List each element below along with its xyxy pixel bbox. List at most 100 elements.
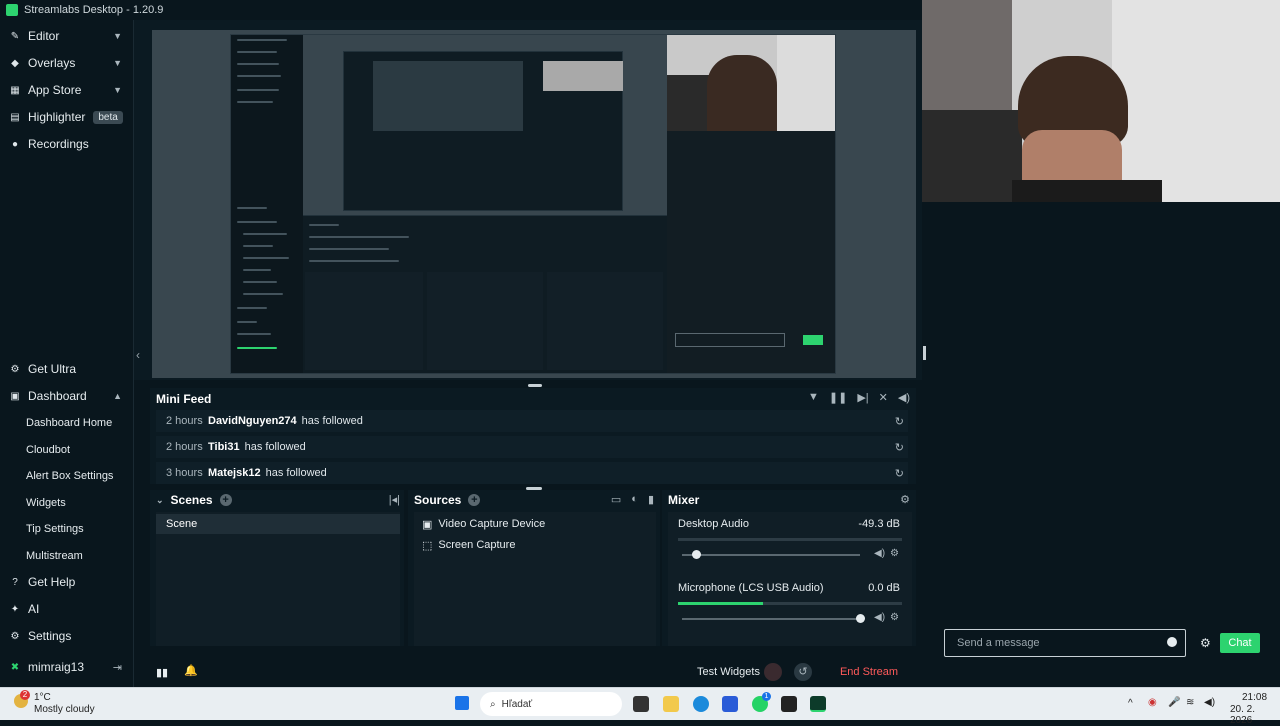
network-icon[interactable]: ≋ — [1186, 697, 1194, 708]
edge-browser-icon[interactable] — [693, 696, 709, 712]
mixer-header: Mixer — [668, 493, 699, 507]
performance-icon[interactable]: ▮▮ — [156, 666, 168, 679]
mute-alerts-icon[interactable]: ✕ — [879, 391, 888, 404]
webcam-feed — [922, 0, 1280, 202]
sidebar-item-alert-box-settings[interactable]: Alert Box Settings — [0, 465, 134, 487]
taskbar-search[interactable]: ⌕ Hľadať — [480, 692, 622, 716]
add-scene-button[interactable]: + — [219, 494, 232, 506]
chevron-down-icon[interactable]: ⌄ — [156, 495, 164, 506]
rec-button[interactable] — [764, 663, 782, 681]
pillow-shape — [922, 110, 1022, 202]
source-item[interactable]: ⬚ Screen Capture — [422, 535, 515, 555]
clock-time[interactable]: 21:08 — [1242, 692, 1267, 703]
filter-icon[interactable]: ▼ — [808, 391, 819, 404]
notification-bell-icon[interactable]: 🔔 — [184, 664, 198, 677]
sidebar-item-cloudbot[interactable]: Cloudbot — [0, 439, 134, 461]
weather-temp: 1°C — [34, 692, 51, 703]
chat-send-button[interactable]: Chat — [1220, 633, 1260, 653]
sidebar-item-ai[interactable]: ✦ AI — [0, 597, 134, 621]
sidebar-item-dashboard[interactable]: ▣ Dashboard ▲ — [0, 384, 134, 408]
nested-sidebar — [231, 35, 303, 373]
mixer-title: Mixer — [668, 493, 700, 507]
store-icon[interactable] — [722, 696, 738, 712]
gear-icon[interactable]: ⚙ — [900, 493, 910, 506]
shelf-shape — [922, 0, 1012, 110]
mini-feed-title: Mini Feed — [156, 392, 212, 406]
sidebar-item-recordings[interactable]: ● Recordings — [0, 132, 134, 156]
chevron-left-icon[interactable]: ‹ — [136, 348, 140, 362]
feed-time: 3 hours — [166, 467, 203, 479]
visibility-icon[interactable]: ◐ — [631, 493, 638, 506]
sidebar-item-highlighter[interactable]: ▤ Highlighter beta — [0, 105, 134, 129]
sources-title: Sources — [414, 493, 462, 507]
sidebar-item-editor[interactable]: ✎ Editor ▼ — [0, 24, 134, 48]
sidebar-user[interactable]: ✖ mimraig13 ⇥ — [0, 655, 134, 679]
clock-date[interactable]: 20. 2. 2026 — [1230, 704, 1280, 726]
streamlabs-taskbar-icon[interactable] — [810, 696, 826, 712]
folder-icon[interactable]: ▮ — [648, 493, 654, 506]
replay-icon[interactable]: ↻ — [895, 467, 904, 480]
pause-icon[interactable]: ❚❚ — [829, 391, 847, 404]
sources-panel: Sources + ▭ ◐ ▮ ▣ Video Capture Device ⬚… — [408, 490, 660, 646]
chat-placeholder: Send a message — [957, 637, 1040, 649]
emoji-icon[interactable] — [1167, 637, 1177, 647]
volume-icon[interactable]: ◀) — [874, 548, 885, 559]
end-stream-button[interactable]: End Stream — [830, 662, 908, 682]
feed-action: has followed — [301, 415, 363, 427]
sidebar-item-get-ultra[interactable]: ⚙ Get Ultra — [0, 357, 134, 381]
sidebar-item-get-help[interactable]: ? Get Help — [0, 570, 134, 594]
mixer-panel: Mixer ⚙ Desktop Audio -49.3 dB ◀) ⚙ Micr… — [662, 490, 916, 646]
preview-resize-handle[interactable] — [528, 384, 542, 387]
sidebar-item-app-store[interactable]: ▦ App Store ▼ — [0, 78, 134, 102]
capcut-icon[interactable] — [781, 696, 797, 712]
sidebar-item-multistream[interactable]: Multistream — [0, 545, 134, 567]
source-item[interactable]: ▣ Video Capture Device — [422, 514, 545, 534]
sources-list: ▣ Video Capture Device ⬚ Screen Capture — [414, 512, 656, 646]
chat-resize-handle[interactable] — [923, 346, 926, 360]
antivirus-icon[interactable]: ◉ — [1148, 697, 1157, 708]
skip-icon[interactable]: ▶| — [857, 391, 868, 404]
weather-badge: 2 — [20, 690, 30, 700]
test-widgets-label[interactable]: Test Widgets — [697, 666, 760, 678]
chevron-up-icon[interactable]: ^ — [1128, 698, 1133, 709]
microphone-icon[interactable]: 🎤 — [1168, 697, 1180, 708]
channel-label: Desktop Audio — [678, 518, 749, 530]
gear-icon[interactable]: ⚙ — [890, 548, 899, 559]
feed-user: DavidNguyen274 — [208, 415, 297, 427]
task-view-icon[interactable] — [633, 696, 649, 712]
replay-icon[interactable]: ↻ — [895, 441, 904, 454]
sidebar-item-label: Dashboard — [28, 389, 87, 403]
scenes-header: ⌄ Scenes + — [156, 493, 232, 507]
channel-db: -49.3 dB — [858, 518, 900, 530]
preview-nested-screen — [230, 34, 836, 374]
scene-item[interactable]: Scene — [156, 514, 400, 534]
volume-icon[interactable]: ◀) — [874, 612, 885, 623]
camera-icon: ▣ — [422, 518, 433, 531]
chat-panel — [938, 202, 1264, 662]
file-explorer-icon[interactable] — [663, 696, 679, 712]
replay-buffer-icon[interactable]: ↺ — [794, 663, 812, 681]
scenes-panel: ⌄ Scenes + |◂| Scene — [150, 490, 404, 646]
windows-start-icon[interactable] — [455, 696, 469, 710]
volume-slider[interactable] — [682, 614, 865, 623]
feed-action: has followed — [244, 441, 306, 453]
sidebar-item-widgets[interactable]: Widgets — [0, 492, 134, 514]
gear-icon[interactable]: ⚙ — [1200, 636, 1211, 650]
volume-icon[interactable]: ◀) — [1204, 697, 1215, 708]
volume-icon[interactable]: ◀) — [898, 391, 910, 404]
sidebar-item-dashboard-home[interactable]: Dashboard Home — [0, 412, 134, 434]
sidebar-username: mimraig13 — [28, 660, 85, 674]
gear-icon[interactable]: ⚙ — [890, 612, 899, 623]
sidebar-item-settings[interactable]: ⚙ Settings — [0, 624, 134, 648]
chat-message-input[interactable]: Send a message — [944, 629, 1186, 657]
group-icon[interactable]: ▭ — [611, 493, 621, 506]
scene-transition-icon[interactable]: |◂| — [389, 493, 400, 506]
logout-icon[interactable]: ⇥ — [113, 661, 122, 674]
sidebar-item-tip-settings[interactable]: Tip Settings — [0, 518, 134, 540]
sidebar-item-overlays[interactable]: ◆ Overlays ▼ — [0, 51, 134, 75]
sidebar-item-label: Settings — [28, 629, 72, 643]
pencil-icon: ✎ — [10, 30, 20, 42]
replay-icon[interactable]: ↻ — [895, 415, 904, 428]
add-source-button[interactable]: + — [468, 494, 481, 506]
volume-slider[interactable] — [682, 550, 860, 559]
